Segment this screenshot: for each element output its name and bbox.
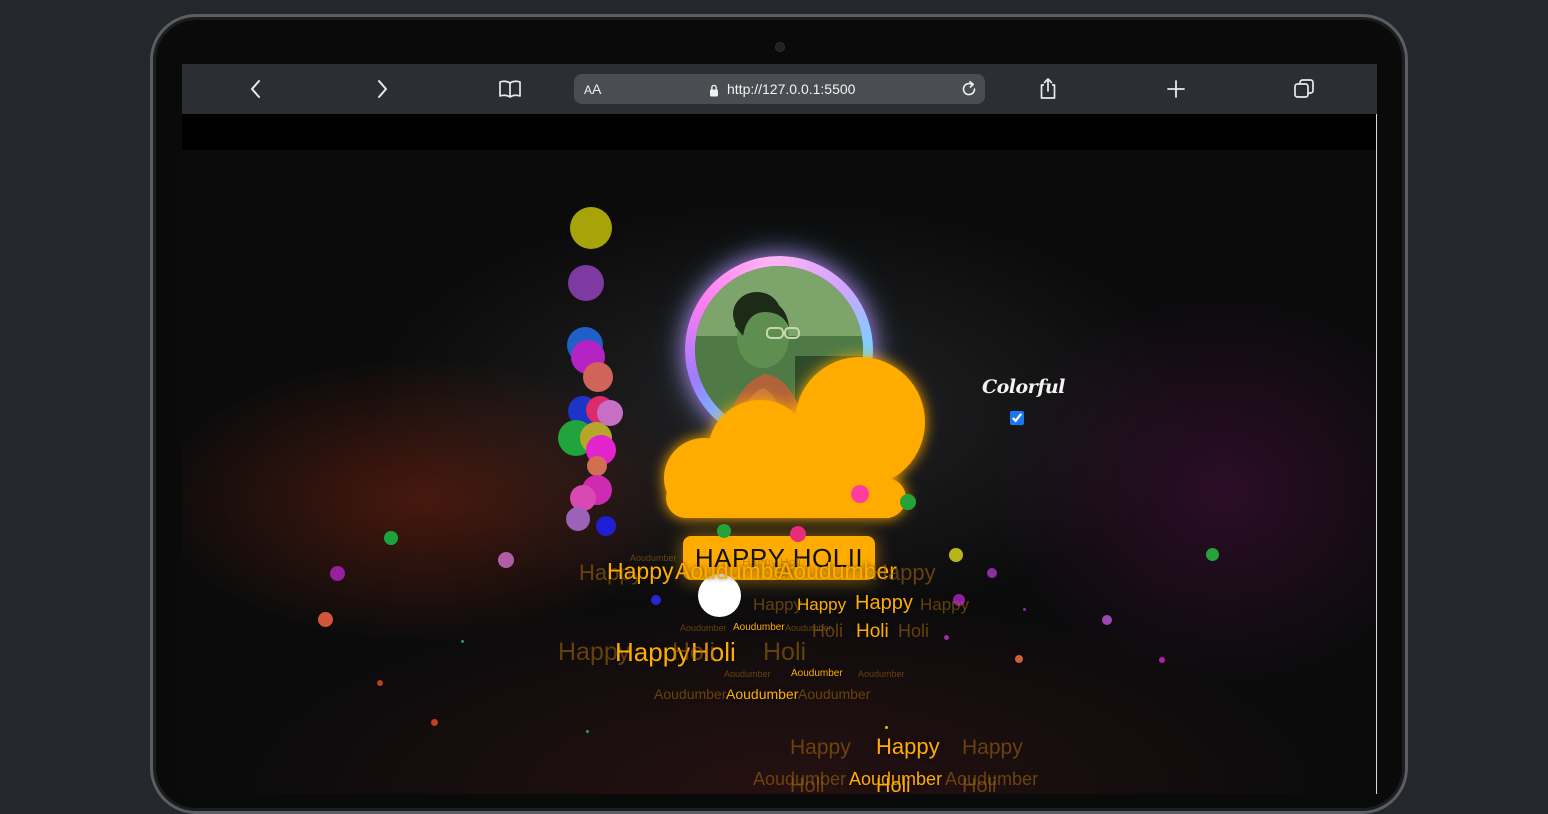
floating-text: Holi bbox=[898, 621, 930, 641]
color-particle bbox=[568, 265, 604, 301]
url-prefix-small: A bbox=[584, 83, 593, 97]
floating-text: Aoudumber bbox=[680, 623, 727, 633]
address-bar[interactable]: AA http://127.0.0.1:5500 bbox=[574, 74, 985, 104]
plus-icon[interactable] bbox=[1156, 64, 1196, 114]
color-particle bbox=[583, 362, 613, 392]
floating-text: Holi bbox=[790, 775, 825, 794]
color-particle bbox=[377, 680, 383, 686]
color-particle bbox=[1023, 608, 1026, 611]
color-particle bbox=[885, 726, 888, 729]
color-particle bbox=[987, 568, 997, 578]
floating-text: Happy bbox=[962, 736, 1023, 759]
color-particle bbox=[1159, 657, 1165, 663]
book-icon[interactable] bbox=[490, 64, 530, 114]
color-particle bbox=[1102, 615, 1112, 625]
color-particle bbox=[587, 456, 607, 476]
tabs-icon[interactable] bbox=[1284, 64, 1324, 114]
color-particle bbox=[944, 635, 949, 640]
cloud-shape bbox=[660, 356, 950, 540]
floating-text: Aoudumber bbox=[675, 558, 794, 584]
holi-scene: HAPPY HOLII Colorful Aoudumber Happy Hol… bbox=[182, 150, 1377, 794]
floating-text: Aoudumber bbox=[858, 669, 905, 679]
color-particle bbox=[330, 566, 345, 581]
lock-icon bbox=[709, 82, 719, 101]
floating-text: Holi bbox=[763, 638, 807, 666]
color-particle bbox=[461, 640, 464, 643]
url-prefix-big: A bbox=[592, 81, 602, 97]
reload-icon[interactable] bbox=[959, 79, 979, 103]
back-icon[interactable] bbox=[236, 64, 276, 114]
reader-text-size-button[interactable]: AA bbox=[584, 74, 601, 104]
floating-text: Aoudumber bbox=[654, 686, 727, 702]
camera-icon bbox=[775, 42, 785, 52]
page-edge-line bbox=[1376, 114, 1377, 794]
color-particle bbox=[790, 526, 806, 542]
floating-text: Aoudumber bbox=[733, 622, 785, 633]
color-particle bbox=[431, 719, 438, 726]
floating-text: Aoudumber bbox=[785, 623, 832, 633]
forward-icon[interactable] bbox=[362, 64, 402, 114]
floating-text: Happy bbox=[872, 560, 936, 585]
web-page: HAPPY HOLII Colorful Aoudumber Happy Hol… bbox=[182, 114, 1377, 794]
color-particle bbox=[318, 612, 333, 627]
color-particle bbox=[851, 485, 869, 503]
color-particle bbox=[586, 730, 589, 733]
share-icon[interactable] bbox=[1028, 64, 1068, 114]
color-particle bbox=[900, 494, 916, 510]
floating-text: Happy bbox=[753, 595, 803, 614]
colorful-checkbox[interactable] bbox=[1010, 411, 1024, 425]
floating-text: Aoudumber bbox=[724, 669, 771, 679]
floating-text: Aoudumber bbox=[798, 686, 871, 702]
color-particle bbox=[596, 516, 616, 536]
floating-text: Holi bbox=[876, 775, 911, 794]
floating-text: Aoudumber bbox=[791, 668, 843, 679]
floating-text: Happy bbox=[920, 595, 970, 614]
floating-text: Holi bbox=[672, 638, 716, 666]
floating-text: Aoudumber bbox=[726, 686, 799, 702]
color-particle bbox=[717, 524, 731, 538]
color-particle bbox=[949, 548, 963, 562]
browser-toolbar: AA http://127.0.0.1:5500 bbox=[182, 64, 1377, 114]
color-particle bbox=[1206, 548, 1219, 561]
url-text: http://127.0.0.1:5500 bbox=[727, 81, 856, 97]
color-particle bbox=[384, 531, 398, 545]
floating-text: Happy bbox=[790, 736, 851, 759]
floating-text: Holi bbox=[856, 621, 889, 642]
color-particle bbox=[566, 507, 590, 531]
colorful-toggle-label: Colorful bbox=[982, 376, 1065, 398]
floating-text: Happy bbox=[855, 592, 913, 614]
color-particle bbox=[1015, 655, 1023, 663]
color-particle bbox=[498, 552, 514, 568]
browser-window: AA http://127.0.0.1:5500 HAPPY HOLII Col… bbox=[182, 64, 1377, 794]
floating-text: Happy bbox=[876, 734, 940, 759]
color-particle bbox=[570, 207, 612, 249]
floating-text: Holi bbox=[962, 775, 997, 794]
floating-text: Happy bbox=[607, 558, 674, 584]
color-particle bbox=[651, 595, 661, 605]
floating-text: Happy bbox=[797, 595, 847, 614]
